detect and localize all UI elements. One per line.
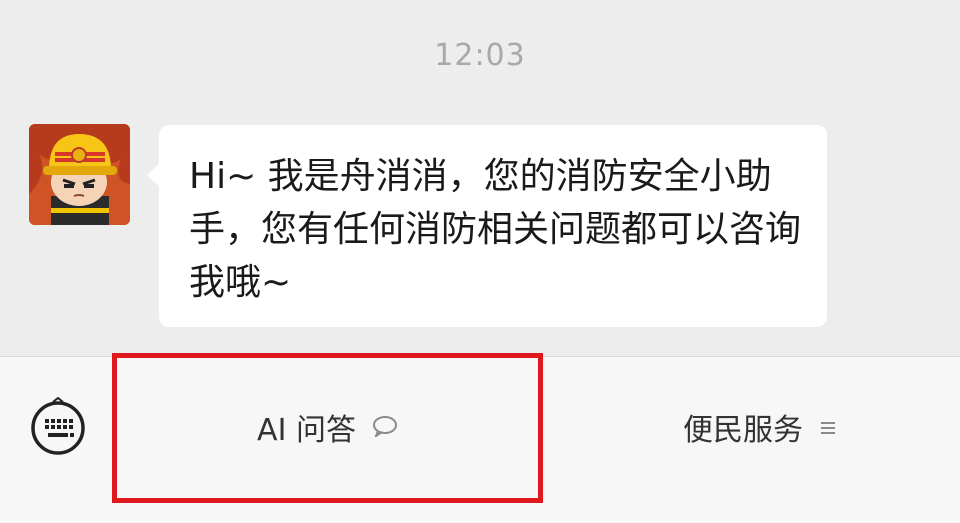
keyboard-icon	[31, 396, 85, 455]
menu-item-convenience-services[interactable]: 便民服务	[560, 357, 960, 497]
message-timestamp: 12:03	[434, 38, 526, 73]
bottom-menu-bar: AI 问答 便民服务	[0, 356, 960, 523]
menu-item-label: 便民服务	[683, 413, 803, 448]
avatar[interactable]	[29, 124, 130, 225]
keyboard-toggle-button[interactable]	[29, 396, 87, 455]
firefighter-mascot-icon	[29, 124, 130, 225]
speech-bubble-icon	[372, 410, 398, 445]
list-menu-icon	[819, 410, 837, 445]
menu-item-ai-qa[interactable]: AI 问答	[115, 357, 540, 497]
menu-item-label: AI 问答	[257, 413, 356, 448]
message-bubble[interactable]: Hi~ 我是舟消消，您的消防安全小助手，您有任何消防相关问题都可以咨询我哦~	[159, 125, 827, 327]
message-text: Hi~ 我是舟消消，您的消防安全小助手，您有任何消防相关问题都可以咨询我哦~	[189, 156, 802, 303]
chat-area: 12:03 Hi~ 我是舟消消，您的消防安全小助手，您有任何消防相关问题都可以咨…	[0, 0, 960, 356]
